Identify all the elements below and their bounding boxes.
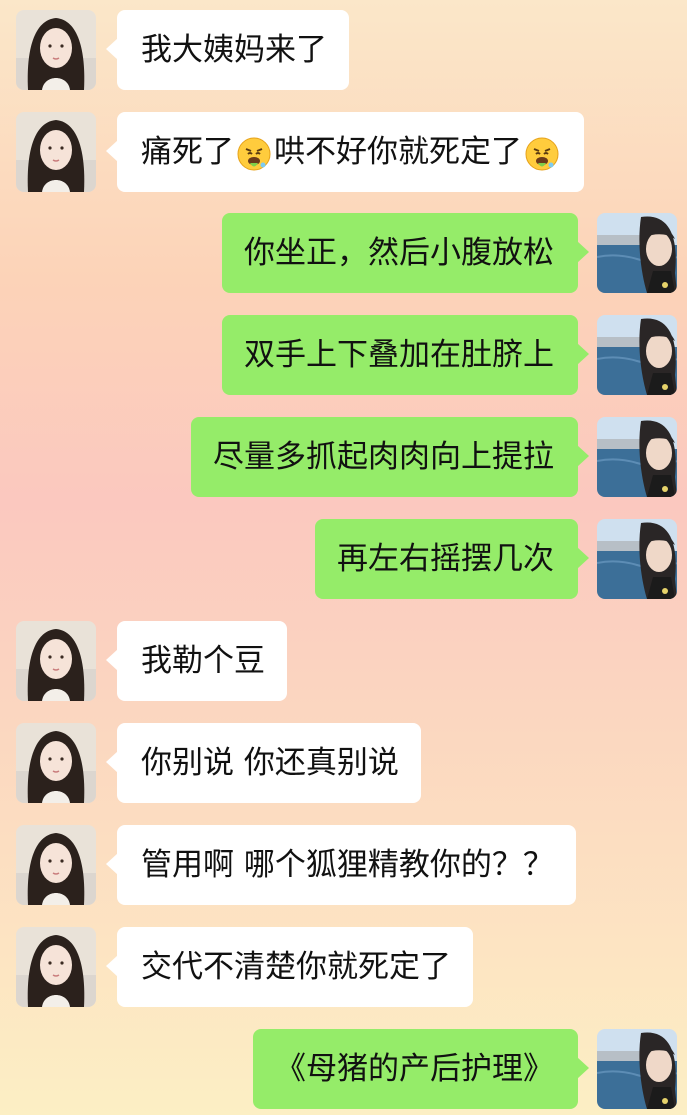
message-row: 我勒个豆 (0, 621, 687, 701)
message-row: 我大姨妈来了 (0, 10, 687, 90)
message-row: 双手上下叠加在肚脐上 (0, 315, 687, 395)
incoming-message-bubble[interactable]: 管用啊 哪个狐狸精教你的？？ (106, 825, 576, 905)
message-text: 我勒个豆 (141, 643, 265, 679)
contact-avatar[interactable] (16, 621, 96, 701)
message-row: 你别说 你还真别说 (0, 723, 687, 803)
outgoing-message-bubble[interactable]: 双手上下叠加在肚脐上 (222, 315, 589, 395)
message-text: 管用啊 哪个狐狸精教你的？？ (141, 847, 554, 883)
outgoing-message-bubble[interactable]: 尽量多抓起肉肉向上提拉 (191, 417, 589, 497)
user-avatar[interactable] (597, 519, 677, 599)
user-avatar[interactable] (597, 1029, 677, 1109)
message-row: 管用啊 哪个狐狸精教你的？？ (0, 825, 687, 905)
user-avatar[interactable] (597, 315, 677, 395)
message-text: 我大姨妈来了 (141, 32, 327, 68)
angry-vomit-face-icon (236, 136, 272, 172)
message-text: 双手上下叠加在肚脐上 (244, 337, 554, 373)
contact-avatar[interactable] (16, 927, 96, 1007)
message-text: 痛死了 (141, 134, 234, 170)
user-avatar[interactable] (597, 417, 677, 497)
incoming-message-bubble[interactable]: 我大姨妈来了 (106, 10, 349, 90)
message-row: 《母猪的产后护理》 (0, 1029, 687, 1109)
contact-avatar[interactable] (16, 112, 96, 192)
incoming-message-bubble[interactable]: 我勒个豆 (106, 621, 287, 701)
message-row: 再左右摇摆几次 (0, 519, 687, 599)
outgoing-message-bubble[interactable]: 再左右摇摆几次 (315, 519, 589, 599)
contact-avatar[interactable] (16, 723, 96, 803)
message-row: 你坐正，然后小腹放松 (0, 213, 687, 293)
message-text: 你坐正，然后小腹放松 (244, 235, 554, 271)
message-text: 哄不好你就死定了 (274, 134, 522, 170)
message-text: 你别说 你还真别说 (141, 745, 399, 781)
outgoing-message-bubble[interactable]: 《母猪的产后护理》 (253, 1029, 589, 1109)
outgoing-message-bubble[interactable]: 你坐正，然后小腹放松 (222, 213, 589, 293)
message-text: 尽量多抓起肉肉向上提拉 (213, 439, 554, 475)
incoming-message-bubble[interactable]: 你别说 你还真别说 (106, 723, 421, 803)
message-text: 交代不清楚你就死定了 (141, 949, 451, 985)
incoming-message-bubble[interactable]: 痛死了 哄不好你就死定了 (106, 112, 584, 192)
contact-avatar[interactable] (16, 10, 96, 90)
message-text: 再左右摇摆几次 (337, 541, 554, 577)
user-avatar[interactable] (597, 213, 677, 293)
contact-avatar[interactable] (16, 825, 96, 905)
message-row: 痛死了 哄不好你就死定了 (0, 112, 687, 192)
message-row: 交代不清楚你就死定了 (0, 927, 687, 1007)
incoming-message-bubble[interactable]: 交代不清楚你就死定了 (106, 927, 473, 1007)
message-text: 《母猪的产后护理》 (275, 1051, 554, 1087)
angry-vomit-face-icon (524, 136, 560, 172)
message-row: 尽量多抓起肉肉向上提拉 (0, 417, 687, 497)
